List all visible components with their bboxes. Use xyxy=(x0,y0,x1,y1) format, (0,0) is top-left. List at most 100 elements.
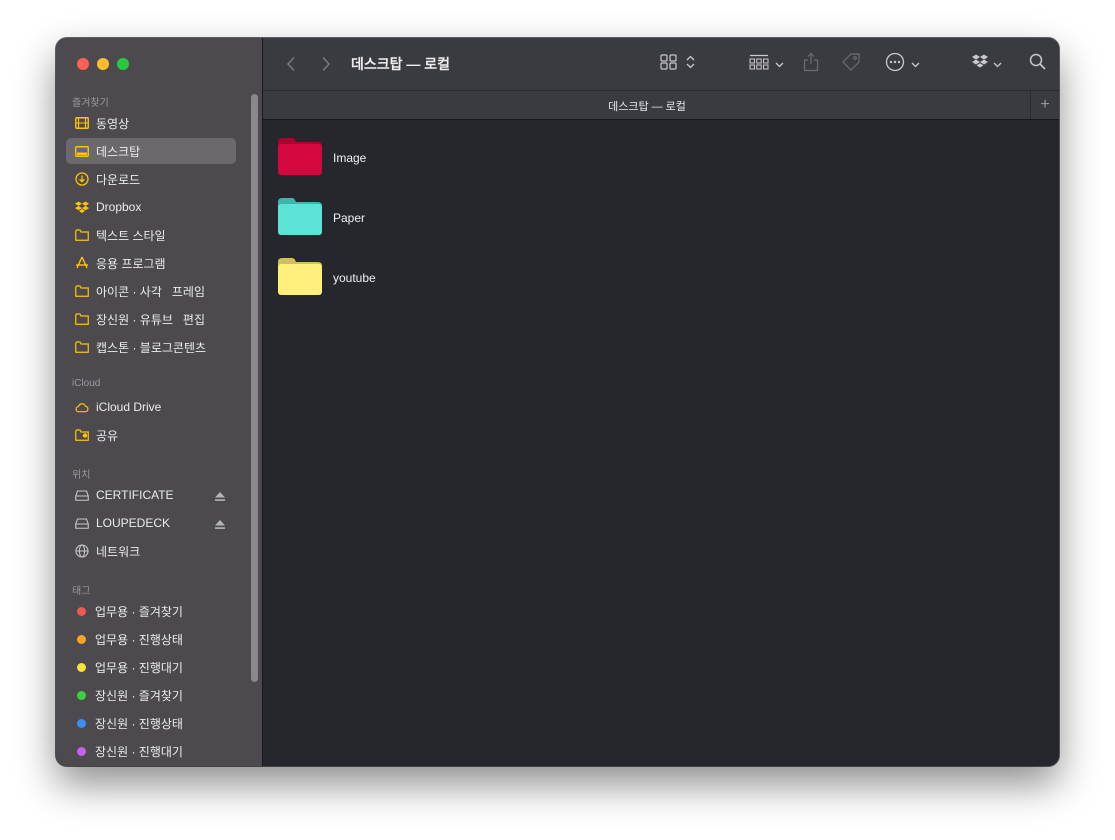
sidebar-item-label: 데스크탑 xyxy=(96,144,141,159)
back-button[interactable] xyxy=(283,52,299,76)
sidebar-item-label: 아이콘 · 사각 프레임 xyxy=(96,284,205,299)
folder-item-youtube[interactable]: youtube xyxy=(277,256,376,300)
shared-folder-icon xyxy=(75,428,89,442)
sidebar-item-certificate[interactable]: CERTIFICATE xyxy=(66,482,236,508)
chevron-updown-icon xyxy=(686,55,695,74)
tag-color-dot xyxy=(77,662,86,672)
sidebar-item-dropbox[interactable]: Dropbox xyxy=(66,194,236,220)
sidebar-item-youtube-edit[interactable]: 장신원 · 유튜브 편집 xyxy=(66,306,236,332)
chevron-down-icon xyxy=(993,55,1002,73)
dropbox-menu-button[interactable] xyxy=(969,52,1005,76)
tag-color-dot xyxy=(77,606,86,616)
tab-desktop-local[interactable]: 데스크탑 — 로컬 xyxy=(263,98,1031,114)
finder-window: 즐겨찾기 동영상 데스크탑 다운로드 Dropbox 텍스트 스타일 응용 프로… xyxy=(56,38,1059,766)
sidebar-item-label: 업무용 · 즐겨찾기 xyxy=(95,604,183,619)
sidebar-item-network[interactable]: 네트워크 xyxy=(66,538,236,564)
folder-name: Paper xyxy=(333,211,366,225)
folder-icon xyxy=(75,312,89,326)
sidebar-item-capstone-blog[interactable]: 캡스톤 · 블로그콘텐츠 xyxy=(66,334,236,360)
dropbox-icon xyxy=(75,200,89,214)
sidebar-scrollbar[interactable] xyxy=(251,94,258,682)
search-button[interactable] xyxy=(1026,52,1048,76)
plus-icon: + xyxy=(1040,96,1050,113)
sidebar-item-loupedeck[interactable]: LOUPEDECK xyxy=(66,510,236,536)
sidebar-tag-work-favorites[interactable]: 업무용 · 즐겨찾기 xyxy=(66,598,236,624)
window-title: 데스크탑 — 로컬 xyxy=(351,56,451,72)
toolbar: 데스크탑 — 로컬 xyxy=(263,38,1059,90)
folder-icon xyxy=(277,136,323,181)
desktop-icon xyxy=(75,144,89,158)
zoom-window-button[interactable] xyxy=(117,58,129,70)
sidebar-tag-work-in-progress[interactable]: 업무용 · 진행상태 xyxy=(66,626,236,652)
sidebar-item-label: Dropbox xyxy=(96,200,142,214)
sidebar-item-label: 캡스톤 · 블로그콘텐츠 xyxy=(96,340,207,355)
sidebar-item-label: 장신원 · 유튜브 편집 xyxy=(96,312,205,327)
more-actions-button[interactable] xyxy=(883,52,921,76)
sidebar-item-label: CERTIFICATE xyxy=(96,488,174,502)
chevron-down-icon xyxy=(911,55,920,73)
group-grid-icon xyxy=(749,54,769,75)
sidebar-item-icloud-drive[interactable]: iCloud Drive xyxy=(66,394,236,420)
folder-item-image[interactable]: Image xyxy=(277,136,366,180)
tab-bar: 데스크탑 — 로컬 + xyxy=(263,90,1059,120)
tag-color-dot xyxy=(77,746,86,756)
folder-icon xyxy=(75,228,89,242)
folder-icon xyxy=(277,256,323,301)
folder-icon xyxy=(75,340,89,354)
tag-color-dot xyxy=(77,634,86,644)
group-button[interactable] xyxy=(746,52,786,76)
sidebar-item-videos[interactable]: 동영상 xyxy=(66,110,236,136)
sidebar-tag-work-waiting[interactable]: 업무용 · 진행대기 xyxy=(66,654,236,680)
tag-color-dot xyxy=(77,690,86,700)
sidebar-item-label: 텍스트 스타일 xyxy=(96,228,166,243)
new-tab-button[interactable]: + xyxy=(1030,91,1059,119)
sidebar-item-label: 장신원 · 진행상태 xyxy=(95,716,183,731)
applications-icon xyxy=(75,256,89,270)
download-icon xyxy=(75,172,89,186)
dropbox-icon xyxy=(972,54,988,74)
sidebar-item-icon-frame[interactable]: 아이콘 · 사각 프레임 xyxy=(66,278,236,304)
main-content: 데스크탑 — 로컬 데스크탑 — 로컬 + Image Paper youtub… xyxy=(263,38,1059,766)
share-icon xyxy=(803,52,819,77)
tag-icon xyxy=(841,52,861,77)
locations-section-title: 위치 xyxy=(72,470,91,481)
folder-icon xyxy=(277,196,323,241)
tag-button[interactable] xyxy=(840,52,862,76)
icloud-section-title: iCloud xyxy=(72,378,101,389)
folder-name: youtube xyxy=(333,271,376,285)
folder-icon xyxy=(75,284,89,298)
minimize-window-button[interactable] xyxy=(97,58,109,70)
sidebar-item-desktop[interactable]: 데스크탑 xyxy=(66,138,236,164)
sidebar-tag-personal-waiting[interactable]: 장신원 · 진행대기 xyxy=(66,738,236,764)
sidebar-item-shared[interactable]: 공유 xyxy=(66,422,236,448)
share-button[interactable] xyxy=(801,52,821,76)
tag-color-dot xyxy=(77,718,86,728)
drive-icon xyxy=(75,516,89,530)
sidebar-item-label: 동영상 xyxy=(96,116,130,131)
sidebar-item-downloads[interactable]: 다운로드 xyxy=(66,166,236,192)
forward-button[interactable] xyxy=(318,52,334,76)
sidebar-item-label: 응용 프로그램 xyxy=(96,256,166,271)
sidebar-item-label: 업무용 · 진행상태 xyxy=(95,632,183,647)
network-icon xyxy=(75,544,89,558)
sidebar: 즐겨찾기 동영상 데스크탑 다운로드 Dropbox 텍스트 스타일 응용 프로… xyxy=(56,38,263,766)
close-window-button[interactable] xyxy=(77,58,89,70)
icon-grid-icon xyxy=(659,53,678,75)
eject-icon[interactable] xyxy=(214,489,226,501)
sidebar-item-text-style[interactable]: 텍스트 스타일 xyxy=(66,222,236,248)
cloud-icon xyxy=(75,400,89,414)
search-icon xyxy=(1029,53,1046,75)
eject-icon[interactable] xyxy=(214,517,226,529)
drive-icon xyxy=(75,488,89,502)
folder-item-paper[interactable]: Paper xyxy=(277,196,365,240)
sidebar-tag-personal-favorites[interactable]: 장신원 · 즐겨찾기 xyxy=(66,682,236,708)
sidebar-item-label: 업무용 · 진행대기 xyxy=(95,660,183,675)
folder-name: Image xyxy=(333,151,367,165)
view-mode-button[interactable] xyxy=(656,52,698,76)
sidebar-item-label: 다운로드 xyxy=(96,172,141,187)
chevron-down-icon xyxy=(775,55,784,73)
ellipsis-circle-icon xyxy=(885,52,905,77)
sidebar-item-label: 네트워크 xyxy=(96,544,141,559)
sidebar-tag-personal-in-progress[interactable]: 장신원 · 진행상태 xyxy=(66,710,236,736)
sidebar-item-applications[interactable]: 응용 프로그램 xyxy=(66,250,236,276)
